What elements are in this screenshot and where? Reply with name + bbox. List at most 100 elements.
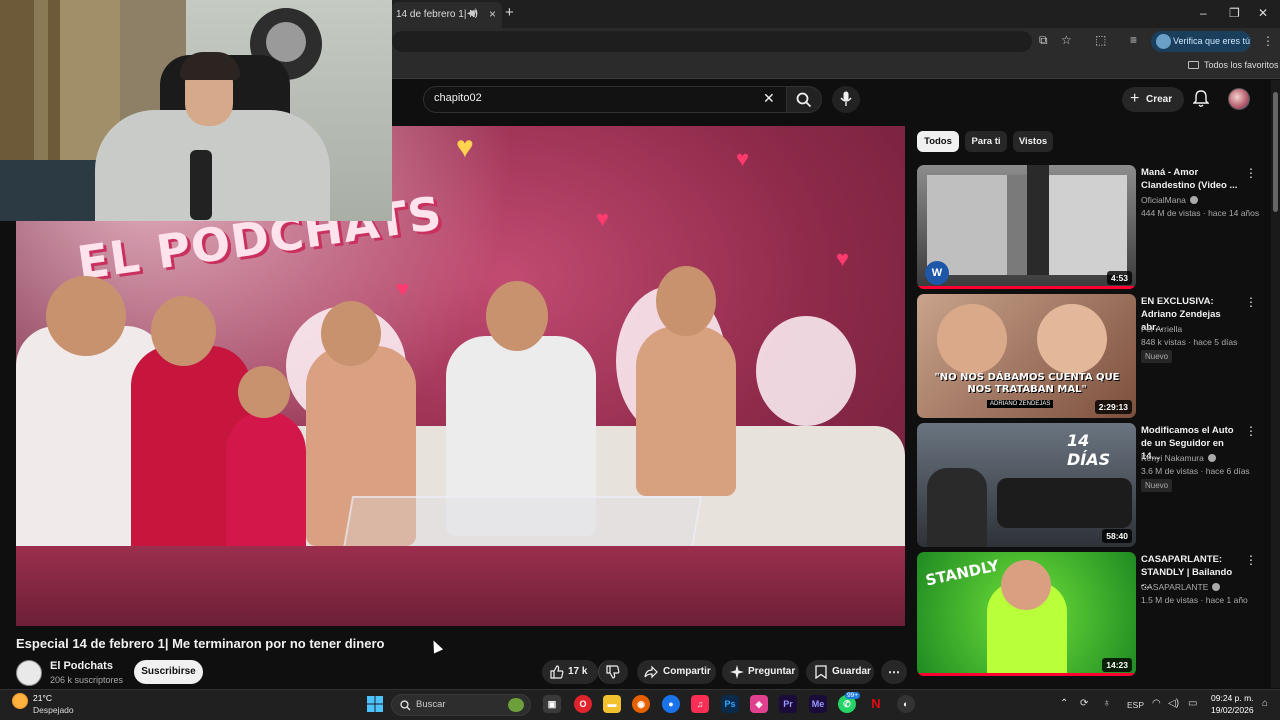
microphone-stand — [190, 150, 212, 220]
channel-avatar[interactable] — [16, 660, 42, 686]
video-thumbnail[interactable]: STANDLY 14:23 — [917, 552, 1136, 676]
netflix-icon[interactable]: N — [867, 695, 885, 713]
tray-overflow-icon[interactable]: ⌃ — [1060, 698, 1068, 709]
webcam-overlay — [0, 0, 392, 221]
volume-icon[interactable]: ◁) — [1168, 698, 1179, 709]
recommendation-meta: 1.5 M de vistas · hace 1 año — [1141, 595, 1248, 605]
video-duration: 14:23 — [1102, 658, 1132, 672]
firefox-icon[interactable]: ◉ — [632, 695, 650, 713]
recommendation-item[interactable]: "NO NOS DÁBAMOS CUENTA QUE NOS TRATABAN … — [917, 294, 1267, 418]
more-options-icon[interactable]: ⋮ — [1245, 166, 1257, 180]
share-button[interactable]: Compartir — [637, 660, 716, 684]
video-thumbnail[interactable]: "NO NOS DÁBAMOS CUENTA QUE NOS TRATABAN … — [917, 294, 1136, 418]
verify-profile-button[interactable]: Verifica que eres tú — [1151, 31, 1251, 52]
account-avatar[interactable] — [1228, 88, 1250, 110]
recommendation-item[interactable]: STANDLY 14:23 CASAPARLANTE: STANDLY | Ba… — [917, 552, 1267, 676]
plus-icon: + — [1130, 90, 1140, 107]
voice-search-button[interactable] — [832, 86, 860, 113]
recommendation-item[interactable]: 14 DÍAS 58:40 Modificamos el Auto de un … — [917, 423, 1267, 547]
weather-sun-icon[interactable] — [12, 693, 28, 709]
thumbnail-figure — [1027, 165, 1049, 275]
thumbnail-subcaption: ADRIANO ZENDEJAS — [987, 400, 1054, 408]
close-window-icon[interactable]: ✕ — [1258, 6, 1268, 20]
install-app-icon[interactable]: ⧉ — [1039, 33, 1048, 48]
recommendation-title[interactable]: Maná - Amor Clandestino (Video ... — [1141, 166, 1241, 192]
share-icon — [644, 665, 658, 679]
browser-menu-icon[interactable]: ⋮ — [1262, 34, 1274, 48]
opera-icon[interactable]: O — [574, 695, 592, 713]
mic-tray-icon[interactable]: ♁ — [1103, 698, 1111, 709]
thumbnail-caption: STANDLY — [923, 556, 1001, 590]
app-icon[interactable]: ◐ — [897, 695, 915, 713]
address-bar[interactable] — [392, 31, 1032, 52]
scrollbar-thumb[interactable] — [1273, 92, 1278, 212]
language-indicator[interactable]: ESP — [1127, 700, 1144, 710]
sync-icon[interactable]: ⟳ — [1080, 698, 1088, 709]
browser-tab[interactable]: 14 de febrero 1| M ◀) × — [392, 2, 502, 28]
create-button[interactable]: + Crear — [1122, 87, 1184, 112]
watch-progress-bar — [917, 673, 1136, 676]
close-tab-icon[interactable]: × — [489, 7, 496, 21]
recommendation-item[interactable]: W 4:53 Maná - Amor Clandestino (Video ..… — [917, 165, 1267, 289]
notification-badge: 99+ — [845, 692, 861, 699]
chip-todos[interactable]: Todos — [917, 131, 959, 152]
person-head — [486, 281, 548, 351]
video-thumbnail[interactable]: W 4:53 — [917, 165, 1136, 289]
media-encoder-icon[interactable]: Me — [809, 695, 827, 713]
extensions-icon[interactable]: ⬚ — [1095, 33, 1106, 47]
premiere-icon[interactable]: Pr — [779, 695, 797, 713]
video-duration: 4:53 — [1106, 271, 1132, 285]
clock-time[interactable]: 09:24 p. m. — [1211, 693, 1254, 703]
person-head — [656, 266, 716, 336]
like-count: 17 k — [568, 666, 588, 677]
thumbnail-caption: "NO NOS DÁBAMOS CUENTA QUE NOS TRATABAN … — [934, 372, 1120, 395]
new-tab-icon[interactable]: + — [505, 4, 514, 21]
chip-para-ti[interactable]: Para ti — [965, 131, 1007, 152]
recommendation-meta: 848 k vistas · hace 5 días — [1141, 337, 1238, 347]
file-explorer-icon[interactable]: ▬ — [603, 695, 621, 713]
search-button[interactable] — [786, 86, 822, 113]
verified-icon — [1207, 454, 1216, 462]
more-options-icon[interactable]: ⋮ — [1245, 553, 1257, 567]
like-button[interactable]: 17 k — [542, 660, 598, 684]
task-view-icon[interactable]: ▣ — [543, 695, 561, 713]
taskbar-search-box[interactable] — [391, 694, 531, 716]
more-options-icon[interactable]: ⋮ — [1245, 295, 1257, 309]
media-control-icon[interactable]: ≡ — [1130, 33, 1137, 47]
maximize-icon[interactable]: ❐ — [1229, 6, 1240, 20]
windows-start-icon[interactable] — [367, 696, 383, 712]
bookmark-star-icon[interactable]: ☆ — [1061, 33, 1072, 47]
more-options-icon[interactable]: ⋮ — [1245, 424, 1257, 438]
chrome-icon[interactable]: ● — [662, 695, 680, 713]
more-actions-button[interactable]: ⋯ — [881, 660, 907, 684]
battery-icon[interactable]: ▭ — [1188, 698, 1197, 709]
clock-date[interactable]: 19/02/2026 — [1211, 705, 1254, 715]
wifi-icon[interactable]: ◠ — [1152, 698, 1161, 709]
chip-vistos[interactable]: Vistos — [1013, 131, 1053, 152]
subscribe-button[interactable]: Suscribirse — [134, 660, 203, 684]
photos-app-icon[interactable]: ◈ — [750, 695, 768, 713]
channel-label: CASAPARLANTE — [1141, 582, 1209, 592]
recommendation-channel: CASAPARLANTE — [1141, 582, 1221, 592]
search-highlight-icon — [508, 698, 524, 712]
channel-name[interactable]: El Podchats — [50, 660, 113, 672]
speaker-icon[interactable]: ◀) — [467, 8, 478, 19]
notifications-icon[interactable]: ⌂ — [1262, 698, 1268, 709]
music-app-icon[interactable]: ♫ — [691, 695, 709, 713]
verify-label: Verifica que eres tú — [1173, 36, 1251, 46]
thumbnail-caption: 14 DÍAS — [1067, 431, 1111, 469]
save-button[interactable]: Guardar — [806, 660, 874, 684]
clear-search-icon[interactable]: ✕ — [763, 90, 775, 107]
verified-icon — [1189, 196, 1198, 204]
dislike-button[interactable] — [598, 660, 628, 684]
ask-button[interactable]: Preguntar — [722, 660, 799, 684]
weather-temperature: 21°C — [33, 693, 52, 703]
all-bookmarks-folder[interactable]: Todos los favoritos — [1188, 60, 1279, 70]
video-thumbnail[interactable]: 14 DÍAS 58:40 — [917, 423, 1136, 547]
create-label: Crear — [1146, 94, 1173, 105]
minimize-icon[interactable]: – — [1200, 6, 1207, 20]
bookmarks-folder-label: Todos los favoritos — [1204, 60, 1279, 70]
heart-decoration: ♥ — [596, 206, 610, 231]
photoshop-icon[interactable]: Ps — [721, 695, 739, 713]
notifications-bell-icon[interactable] — [1193, 90, 1209, 108]
